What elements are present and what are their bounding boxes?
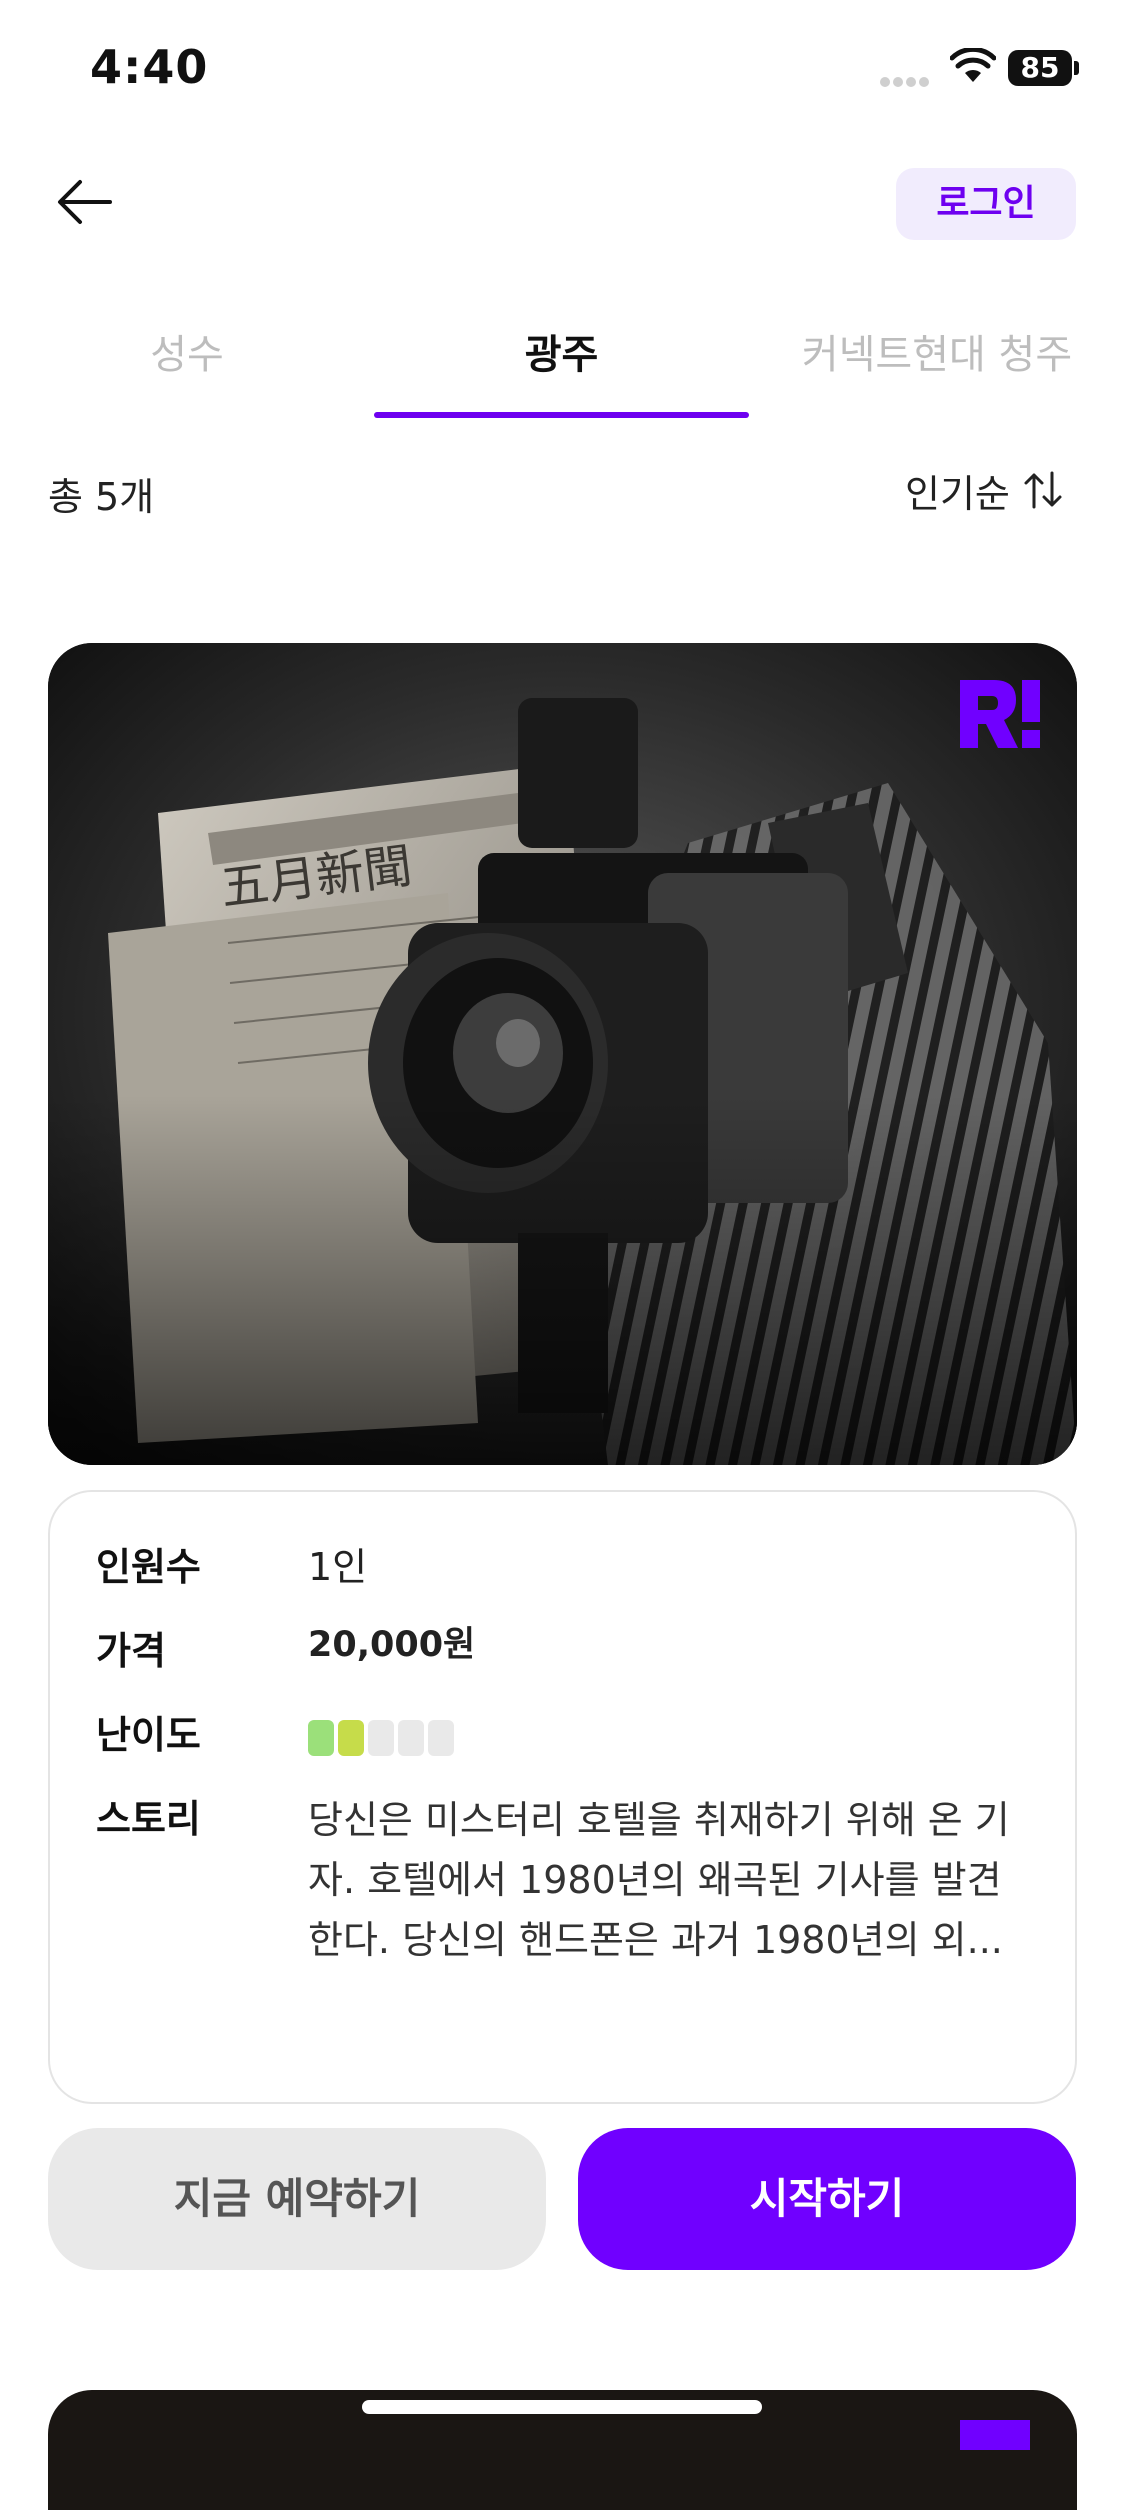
difficulty-step xyxy=(338,1720,364,1756)
total-count: 총 5개 xyxy=(48,475,155,519)
people-label: 인원수 xyxy=(96,1545,201,1589)
tab-gwangju[interactable]: 광주 xyxy=(374,322,749,380)
price-label: 가격 xyxy=(96,1629,166,1673)
difficulty-step xyxy=(398,1720,424,1756)
difficulty-meter xyxy=(308,1720,454,1756)
difficulty-label: 난이도 xyxy=(96,1713,201,1757)
sort-arrows-icon xyxy=(1024,471,1062,509)
status-time: 4:40 xyxy=(90,40,209,94)
story-text: 당신은 미스터리 호텔을 취재하기 위해 온 기자. 호텔에서 1980년의 왜… xyxy=(308,1798,1010,1962)
brand-logo xyxy=(960,2420,1030,2450)
login-button[interactable]: 로그인 xyxy=(896,168,1076,240)
theme-info-panel: 인원수 1인 가격 20,000원 난이도 스토리 당신은 미스터리 호텔을 취… xyxy=(48,1490,1077,2104)
back-arrow-icon[interactable] xyxy=(52,170,116,234)
cellular-signal-icon xyxy=(880,72,934,87)
theme-poster-image[interactable]: 五月新聞 xyxy=(48,643,1077,1465)
people-value: 1인 xyxy=(308,1545,368,1589)
active-tab-indicator xyxy=(374,412,749,418)
wifi-icon xyxy=(950,48,996,82)
sort-button[interactable]: 인기순 xyxy=(905,460,1064,520)
location-tabs: 성수 광주 커넥트현대 청주 xyxy=(0,300,1125,420)
story-label: 스토리 xyxy=(96,1797,201,1841)
home-indicator xyxy=(362,2400,762,2414)
battery-tip xyxy=(1074,61,1079,75)
tab-connect-hyundai-cheongju[interactable]: 커넥트현대 청주 xyxy=(749,322,1125,380)
tab-seongsu[interactable]: 성수 xyxy=(0,322,374,380)
difficulty-step xyxy=(368,1720,394,1756)
difficulty-step xyxy=(428,1720,454,1756)
start-button[interactable]: 시작하기 xyxy=(578,2128,1076,2270)
reserve-now-button[interactable]: 지금 예약하기 xyxy=(48,2128,546,2270)
battery-icon: 85 xyxy=(1008,50,1072,86)
difficulty-step xyxy=(308,1720,334,1756)
status-bar: 4:40 85 xyxy=(0,0,1125,140)
price-value: 20,000원 xyxy=(308,1625,476,1665)
sort-label: 인기순 xyxy=(905,471,1010,516)
brand-logo xyxy=(960,680,1040,748)
